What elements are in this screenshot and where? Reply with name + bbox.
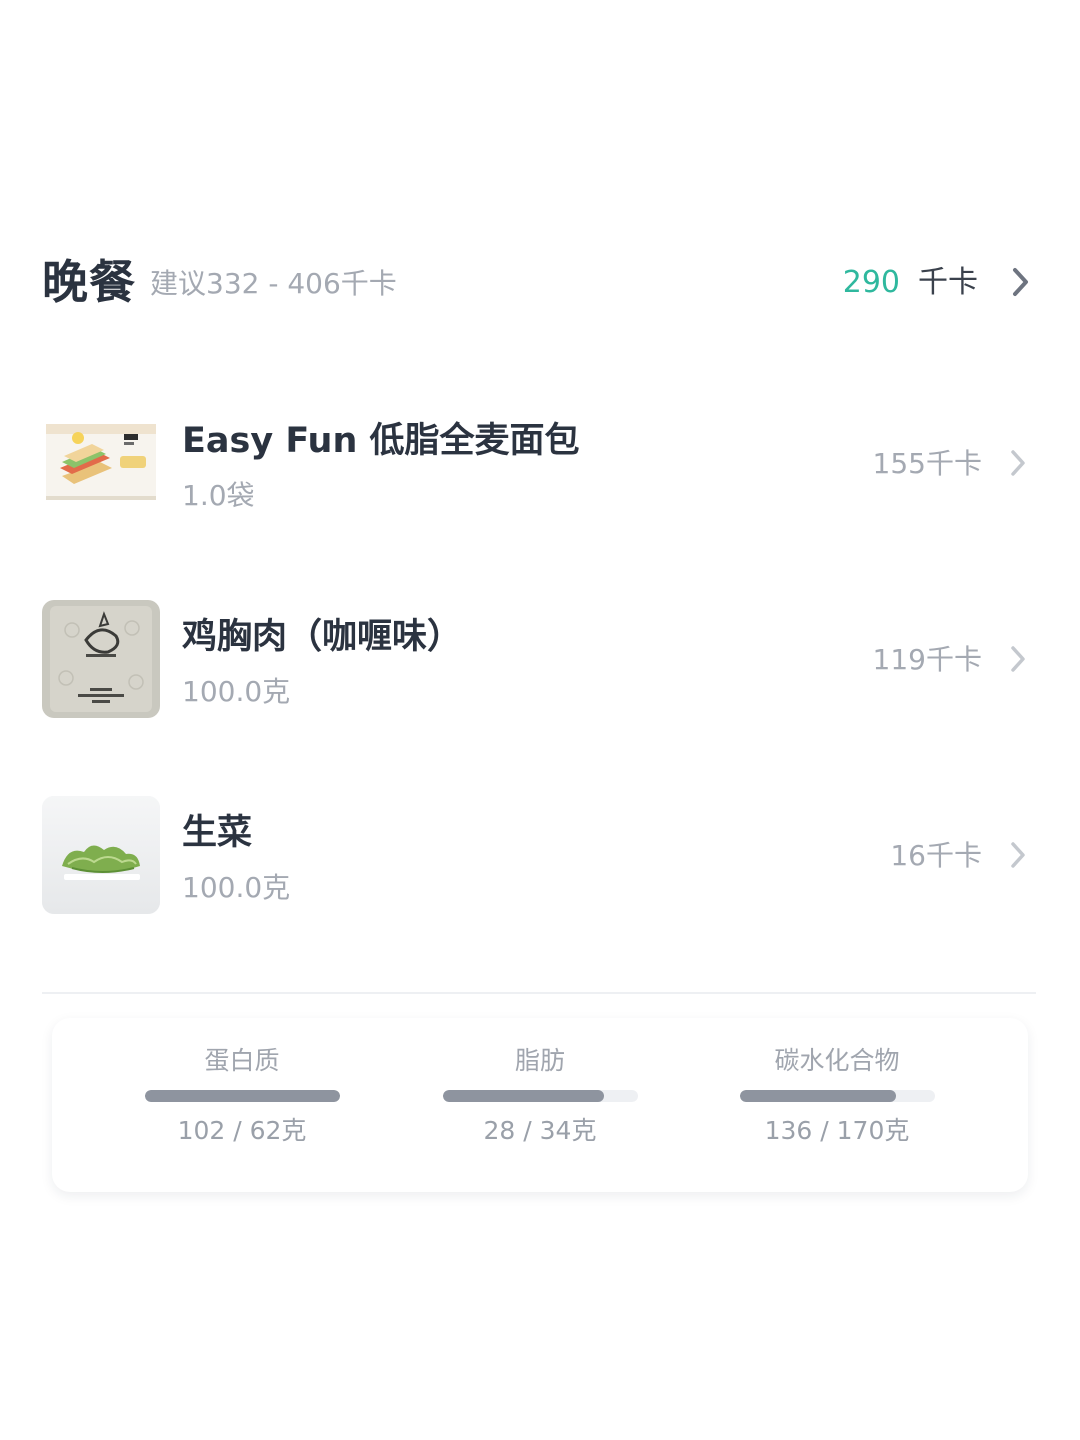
macro-label: 脂肪 [514, 1046, 565, 1075]
food-item[interactable]: 鸡胸肉（咖喱味） 100.0克 119千卡 [42, 600, 1038, 720]
food-item[interactable]: 生菜 100.0克 16千卡 [42, 796, 1038, 916]
meal-total-calories: 290 千卡 [843, 261, 978, 309]
food-calories: 16千卡 [890, 839, 982, 872]
food-name: Easy Fun 低脂全麦面包 [182, 421, 580, 461]
food-calories: 155千卡 [872, 447, 982, 480]
macro-progress-track [145, 1090, 340, 1102]
food-name: 鸡胸肉（咖喱味） [182, 617, 463, 657]
chicken-breast-package-image [42, 600, 160, 718]
food-thumbnail-lettuce [42, 796, 160, 914]
macro-label: 蛋白质 [204, 1046, 280, 1075]
macro-protein: 蛋白质 102 / 62克 [92, 1018, 392, 1192]
macro-progress-track [443, 1090, 638, 1102]
macro-value: 102 / 62克 [177, 1116, 307, 1145]
macro-progress-fill [740, 1090, 896, 1102]
food-calories: 119千卡 [872, 643, 982, 676]
food-thumbnail-chicken [42, 600, 160, 718]
bread-package-image [42, 404, 160, 522]
meal-calorie-suggestion: 建议332 - 406千卡 [150, 267, 397, 300]
food-amount: 100.0克 [182, 871, 291, 904]
chevron-right-icon[interactable] [1008, 448, 1028, 478]
food-thumbnail-bread [42, 404, 160, 522]
chevron-right-icon[interactable] [1010, 266, 1032, 298]
section-divider [42, 992, 1036, 994]
meal-title: 晚餐 [42, 255, 136, 309]
chevron-right-icon[interactable] [1008, 644, 1028, 674]
macros-card: 蛋白质 102 / 62克 脂肪 28 / 34克 碳水化合物 136 / 17… [52, 1018, 1028, 1192]
macro-progress-fill [145, 1090, 340, 1102]
macro-label: 碳水化合物 [774, 1046, 900, 1075]
meal-header[interactable]: 晚餐 建议332 - 406千卡 290 千卡 [42, 248, 1038, 318]
macro-value: 136 / 170克 [764, 1116, 910, 1145]
macro-progress-fill [443, 1090, 604, 1102]
meal-total-value: 290 [842, 265, 900, 300]
food-name: 生菜 [182, 813, 253, 853]
food-item[interactable]: Easy Fun 低脂全麦面包 1.0袋 155千卡 [42, 404, 1038, 524]
macro-progress-track [740, 1090, 935, 1102]
macro-value: 28 / 34克 [483, 1116, 597, 1145]
macro-fat: 脂肪 28 / 34克 [390, 1018, 690, 1192]
chevron-right-icon[interactable] [1008, 840, 1028, 870]
food-amount: 100.0克 [182, 675, 291, 708]
lettuce-image [42, 796, 160, 914]
macro-carbs: 碳水化合物 136 / 170克 [687, 1018, 987, 1192]
food-amount: 1.0袋 [182, 479, 255, 512]
meal-total-unit: 千卡 [918, 265, 978, 300]
